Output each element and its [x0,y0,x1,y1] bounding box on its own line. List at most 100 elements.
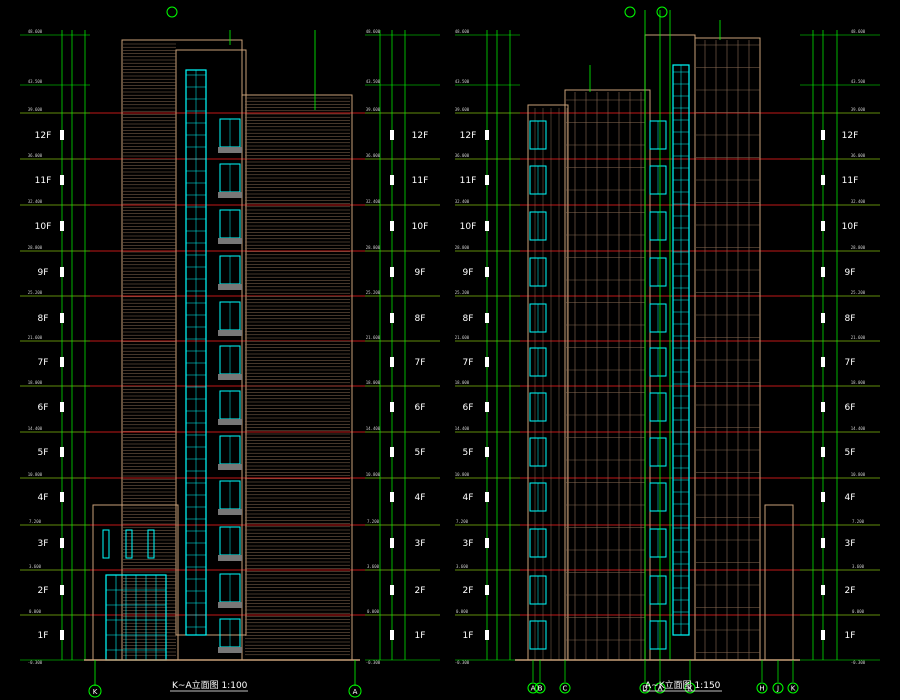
elevation-label: 7.200 [852,519,865,524]
floor-label: 1F [415,631,426,641]
dimension-marker [485,175,489,185]
floor-label: 12F [460,131,477,141]
elevation-label: -0.300 [366,660,381,665]
elevation-label: 32.400 [366,199,381,204]
elevation-label: 32.400 [28,199,43,204]
elevation-label: 28.800 [28,245,43,250]
floor-label: 2F [415,586,426,596]
dimension-marker [390,538,394,548]
floor-label: 6F [463,403,474,413]
floor-label: 10F [412,222,429,232]
elevation-label: 3.600 [852,564,865,569]
floor-label: 3F [845,539,856,549]
left-axis-labels: K A [88,660,362,698]
floor-label: 7F [38,358,49,368]
elevation-label: 48.600 [366,29,381,34]
dimension-marker [390,492,394,502]
right-wing-block [527,104,569,661]
floor-label: 6F [415,403,426,413]
elevation-drawing: 1F 2F 3F 4F 5F 6F 7F 8F 9F 10F 11F 12F 1F 2F 3F 4F 5F 6F 7… [20,6,880,698]
floor-label: 12F [412,131,429,141]
floor-label: 11F [412,176,429,186]
floor-label: 4F [415,493,426,503]
floor-label: 4F [845,493,856,503]
floor-label: 5F [415,448,426,458]
floor-label: 8F [845,314,856,324]
dimension-marker [485,585,489,595]
floor-label: 3F [463,539,474,549]
elevation-label: 0.000 [367,609,380,614]
elevation-label: 14.400 [28,426,43,431]
floor-label: 6F [845,403,856,413]
dimension-marker [485,357,489,367]
floor-label: 7F [463,358,474,368]
elevation-label: 48.600 [28,29,43,34]
podium-window [102,529,110,559]
elevation-label: 14.400 [366,426,381,431]
left-tower-block [121,39,243,661]
elevation-label: 18.000 [366,380,381,385]
dimension-marker [390,585,394,595]
balcony-slab [218,464,242,470]
floor-label: 5F [38,448,49,458]
floor-label: 9F [38,268,49,278]
elevation-label: 28.800 [366,245,381,250]
floor-label: 7F [845,358,856,368]
elevation-label: 39.600 [455,107,470,112]
left-elevation-caption: K~A立面图 1:100 [172,679,248,691]
balcony-slab [218,555,242,561]
elevation-label: 7.200 [456,519,469,524]
elevation-label: 39.600 [851,107,866,112]
elevation-label: 48.600 [851,29,866,34]
dimension-marker [60,221,64,231]
axis-label-a: A [353,688,358,696]
right-main-block [564,89,651,661]
dimension-marker [485,447,489,457]
floor-label: 8F [415,314,426,324]
axis-label: J [776,685,779,693]
elevation-label: 25.200 [851,290,866,295]
elevation-label: 10.800 [28,472,43,477]
balcony-slab [218,284,242,290]
left-elevation [84,30,360,661]
dimension-marker [390,221,394,231]
dimension-marker [821,447,825,457]
elevation-label: -0.300 [28,660,43,665]
axis-label: K [791,685,796,693]
floor-label: 9F [845,268,856,278]
elevation-label: 14.400 [455,426,470,431]
dimension-marker [485,402,489,412]
elevation-label: 10.800 [366,472,381,477]
elevation-label: -0.300 [455,660,470,665]
floor-label: 10F [460,222,477,232]
elevation-label: 48.600 [455,29,470,34]
left-wing-block [241,94,353,661]
axis-bubble [624,6,636,18]
elevation-label: 18.000 [455,380,470,385]
dimension-marker [485,630,489,640]
right-facade-grid [534,40,760,660]
elevation-label: 43.500 [455,79,470,84]
elevation-label: 21.600 [28,335,43,340]
dimension-marker [60,585,64,595]
dimension-marker [390,313,394,323]
dimension-marker [390,630,394,640]
dimension-marker [821,221,825,231]
elevation-label: 39.600 [366,107,381,112]
dimension-marker [485,267,489,277]
axis-label: H [759,685,764,693]
axis-label: B [538,685,543,693]
elevation-label: 32.400 [851,199,866,204]
elevation-label: 7.200 [29,519,42,524]
axis-bubble [166,6,178,18]
elevation-label: 36.000 [366,153,381,158]
dimension-marker [485,221,489,231]
balcony-slab [218,602,242,608]
elevation-label: 28.800 [851,245,866,250]
floor-label: 1F [845,631,856,641]
elevation-label: 7.200 [367,519,380,524]
elevation-label: 32.400 [455,199,470,204]
axis-bubble [656,6,668,18]
floor-label: 12F [842,131,859,141]
dimension-marker [60,357,64,367]
